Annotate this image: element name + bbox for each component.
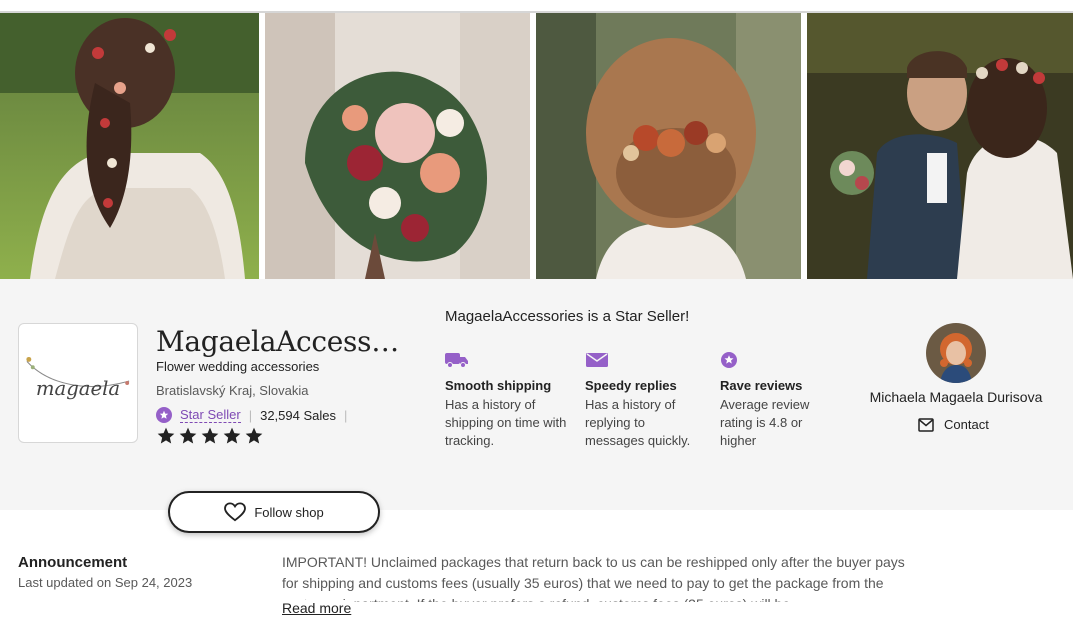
announcement-title: Announcement [18, 554, 128, 571]
truck-icon [445, 353, 468, 368]
star-icon [201, 427, 219, 444]
shop-rating[interactable] [156, 426, 264, 446]
announcement-text: IMPORTANT! Unclaimed packages that retur… [282, 554, 905, 602]
owner-avatar[interactable] [926, 323, 986, 383]
perk-description: Average review rating is 4.8 or higher [720, 397, 810, 448]
perk-title: Smooth shipping [445, 378, 552, 393]
contact-button[interactable]: Contact [918, 417, 989, 432]
envelope-icon [586, 353, 608, 367]
star-icon [223, 427, 241, 444]
shop-banner [0, 13, 1073, 279]
perk-title: Speedy replies [585, 378, 677, 393]
seller-stats: Star Seller | 32,594 Sales | [156, 407, 347, 423]
banner-photo-braid [0, 13, 259, 279]
star-seller-heading: MagaelaAccessories is a Star Seller! [445, 308, 690, 325]
follow-shop-button[interactable]: Follow shop [168, 491, 380, 533]
owner-name[interactable]: Michaela Magaela Durisova [856, 389, 1056, 405]
heart-icon [224, 502, 247, 522]
message-icon [918, 417, 934, 432]
perk-title: Rave reviews [720, 378, 803, 393]
logo-wordmark: magaela [36, 377, 120, 400]
sales-count: 32,594 Sales [260, 407, 336, 423]
perk-rave-reviews: Rave reviews Average review rating is 4.… [720, 352, 820, 450]
banner-photo-updo [536, 13, 801, 279]
perk-speedy-replies: Speedy replies Has a history of replying… [585, 352, 695, 450]
star-seller-link[interactable]: Star Seller [180, 407, 241, 423]
stats-separator-trailing: | [344, 407, 348, 423]
read-more-link[interactable]: Read more [280, 600, 354, 616]
shop-location: Bratislavský Kraj, Slovakia [156, 383, 309, 398]
star-icon [245, 427, 263, 444]
shop-title: Flower wedding accessories [156, 359, 320, 374]
banner-photo-bouquet [265, 13, 530, 279]
perk-description: Has a history of shipping on time with t… [445, 397, 567, 448]
perk-description: Has a history of replying to messages qu… [585, 397, 691, 448]
announcement-date: Last updated on Sep 24, 2023 [18, 575, 193, 590]
banner-photo-couple [807, 13, 1073, 279]
contact-label: Contact [944, 417, 989, 432]
shop-logo[interactable]: magaela [18, 323, 138, 443]
star-seller-badge-icon [156, 407, 172, 423]
shop-info-section: magaela MagaelaAccessories Flower weddin… [0, 279, 1073, 510]
follow-label: Follow shop [254, 504, 324, 520]
perk-smooth-shipping: Smooth shipping Has a history of shippin… [445, 352, 575, 450]
stats-separator: | [248, 407, 253, 423]
shop-name: MagaelaAccessories [156, 325, 406, 358]
star-icon [157, 427, 175, 444]
star-icon [179, 427, 197, 444]
star-badge-icon [721, 352, 737, 368]
